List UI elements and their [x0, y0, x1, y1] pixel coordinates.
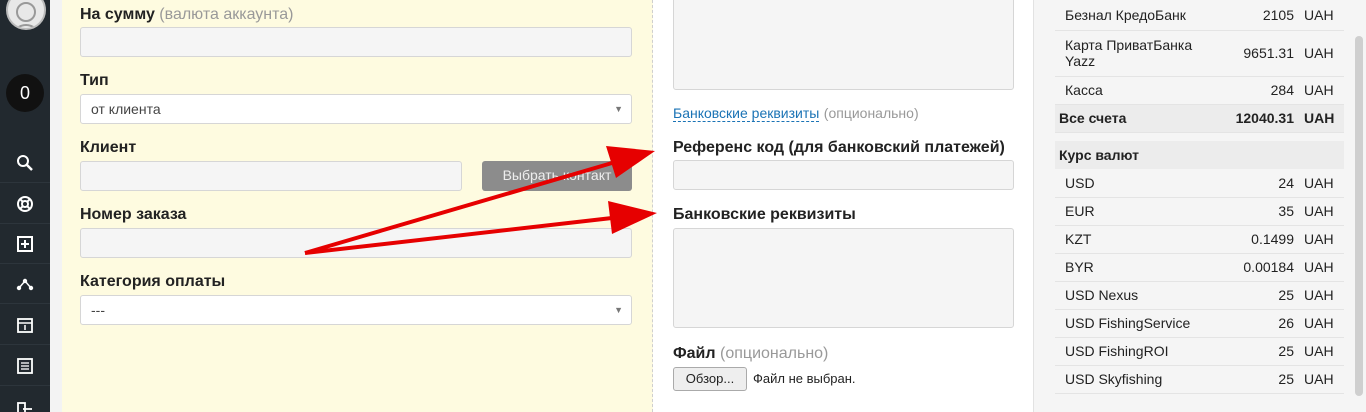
payment-category-select[interactable]: --- ▼ — [80, 295, 632, 325]
rate-name: KZT — [1055, 225, 1210, 254]
rates-title: Курс валют — [1055, 141, 1344, 169]
rate-row: USD Skyfishing 25 UAH — [1055, 365, 1344, 394]
reference-code-label: Референс код (для банковский платежей) — [673, 139, 1005, 156]
rate-name: USD FishingService — [1055, 309, 1210, 338]
rate-currency: UAH — [1304, 225, 1344, 254]
network-icon — [16, 278, 34, 290]
amount-input[interactable] — [80, 27, 632, 57]
reference-code-input[interactable] — [673, 160, 1014, 190]
account-amount: 284 — [1210, 76, 1304, 105]
payment-category-label: Категория оплаты — [80, 273, 226, 290]
rate-row: USD FishingROI 25 UAH — [1055, 337, 1344, 366]
rates-table: USD 24 UAH EUR 35 UAH KZT 0.1499 UAH BYR… — [1055, 169, 1344, 394]
plus-square-icon — [17, 235, 33, 252]
nav-search[interactable] — [0, 143, 50, 183]
rate-currency: UAH — [1304, 253, 1344, 282]
chevron-down-icon: ▼ — [614, 305, 623, 315]
choose-contact-button[interactable]: Выбрать контакт — [482, 161, 632, 191]
rate-value: 35 — [1210, 197, 1304, 226]
rate-row: USD Nexus 25 UAH — [1055, 281, 1344, 310]
nav-network[interactable] — [0, 264, 50, 304]
file-status: Файл не выбран. — [753, 371, 856, 386]
type-select-value: от клиента — [91, 101, 161, 117]
user-icon — [15, 2, 37, 28]
rate-currency: UAH — [1304, 337, 1344, 366]
account-currency: UAH — [1304, 30, 1344, 77]
client-label: Клиент — [80, 139, 137, 156]
avatar[interactable] — [6, 0, 46, 30]
amount-label: На сумму (валюта аккаунта) — [80, 6, 294, 23]
browse-file-button[interactable]: Обзор... — [673, 367, 747, 391]
total-currency: UAH — [1304, 104, 1344, 133]
order-number-label: Номер заказа — [80, 206, 187, 223]
lifebuoy-icon — [17, 195, 33, 212]
nav-list[interactable] — [0, 346, 50, 386]
order-number-input[interactable] — [80, 228, 632, 258]
rate-value: 0.1499 — [1210, 225, 1304, 254]
rate-row: USD 24 UAH — [1055, 169, 1344, 198]
rate-currency: UAH — [1304, 169, 1344, 198]
rate-currency: UAH — [1304, 309, 1344, 338]
account-name: Карта ПриватБанка Yazz — [1055, 30, 1210, 77]
bank-details-textarea[interactable] — [673, 228, 1014, 328]
rate-value: 26 — [1210, 309, 1304, 338]
total-name: Все счета — [1055, 104, 1210, 133]
rate-name: EUR — [1055, 197, 1210, 226]
notification-badge[interactable]: 0 — [6, 74, 44, 112]
panel-scrollbar[interactable] — [1355, 36, 1363, 396]
nav-calendar[interactable] — [0, 305, 50, 345]
bank-details-optional: (опционально) — [823, 105, 919, 121]
nav-logout[interactable] — [0, 388, 50, 412]
rate-name: USD Skyfishing — [1055, 365, 1210, 394]
rate-row: KZT 0.1499 UAH — [1055, 225, 1344, 254]
file-label: Файл (опционально) — [673, 345, 829, 362]
payment-form-left: На сумму (валюта аккаунта) Тип от клиент… — [62, 0, 653, 412]
list-icon — [17, 357, 33, 374]
account-amount: 9651.31 — [1210, 30, 1304, 77]
bank-details-link[interactable]: Банковские реквизиты — [673, 105, 820, 122]
rate-row: USD FishingService 26 UAH — [1055, 309, 1344, 338]
rate-value: 24 — [1210, 169, 1304, 198]
rate-row: EUR 35 UAH — [1055, 197, 1344, 226]
sidebar: 0 — [0, 0, 50, 412]
search-icon — [17, 154, 33, 171]
type-label: Тип — [80, 72, 109, 89]
bank-details-toggle: Банковские реквизиты (опционально) — [673, 105, 919, 123]
rate-name: USD — [1055, 169, 1210, 198]
rate-currency: UAH — [1304, 197, 1344, 226]
rate-value: 25 — [1210, 337, 1304, 366]
account-amount: 2105 — [1210, 0, 1304, 31]
accounts-total-row: Все счета 12040.31 UAH — [1055, 104, 1344, 133]
nav-add[interactable] — [0, 224, 50, 264]
content-gutter — [50, 0, 62, 412]
chevron-down-icon: ▼ — [614, 104, 623, 114]
calendar-icon — [17, 317, 33, 333]
rate-name: USD Nexus — [1055, 281, 1210, 310]
rate-currency: UAH — [1304, 365, 1344, 394]
rate-row: BYR 0.00184 UAH — [1055, 253, 1344, 282]
payment-form-right: Банковские реквизиты (опционально) Рефер… — [653, 0, 1033, 412]
bank-details-label: Банковские реквизиты — [673, 206, 856, 223]
account-currency: UAH — [1304, 0, 1344, 31]
rate-value: 0.00184 — [1210, 253, 1304, 282]
rate-value: 25 — [1210, 365, 1304, 394]
nav-help[interactable] — [0, 184, 50, 224]
total-amount: 12040.31 — [1210, 104, 1304, 133]
exit-icon — [17, 402, 32, 412]
account-name: Касса — [1055, 76, 1210, 105]
type-select[interactable]: от клиента ▼ — [80, 94, 632, 124]
payment-category-value: --- — [91, 302, 105, 318]
account-row: Касса 284 UAH — [1055, 76, 1344, 105]
notes-textarea[interactable] — [673, 0, 1014, 90]
rate-value: 25 — [1210, 281, 1304, 310]
rate-currency: UAH — [1304, 281, 1344, 310]
account-row: Карта ПриватБанка Yazz 9651.31 UAH — [1055, 30, 1344, 77]
rate-name: USD FishingROI — [1055, 337, 1210, 366]
client-input[interactable] — [80, 161, 462, 191]
rate-name: BYR — [1055, 253, 1210, 282]
account-name: Безнал КредоБанк — [1055, 0, 1210, 31]
accounts-table: Безнал КредоБанк 2105 UAH Карта ПриватБа… — [1055, 0, 1344, 133]
account-row: Безнал КредоБанк 2105 UAH — [1055, 0, 1344, 31]
account-currency: UAH — [1304, 76, 1344, 105]
